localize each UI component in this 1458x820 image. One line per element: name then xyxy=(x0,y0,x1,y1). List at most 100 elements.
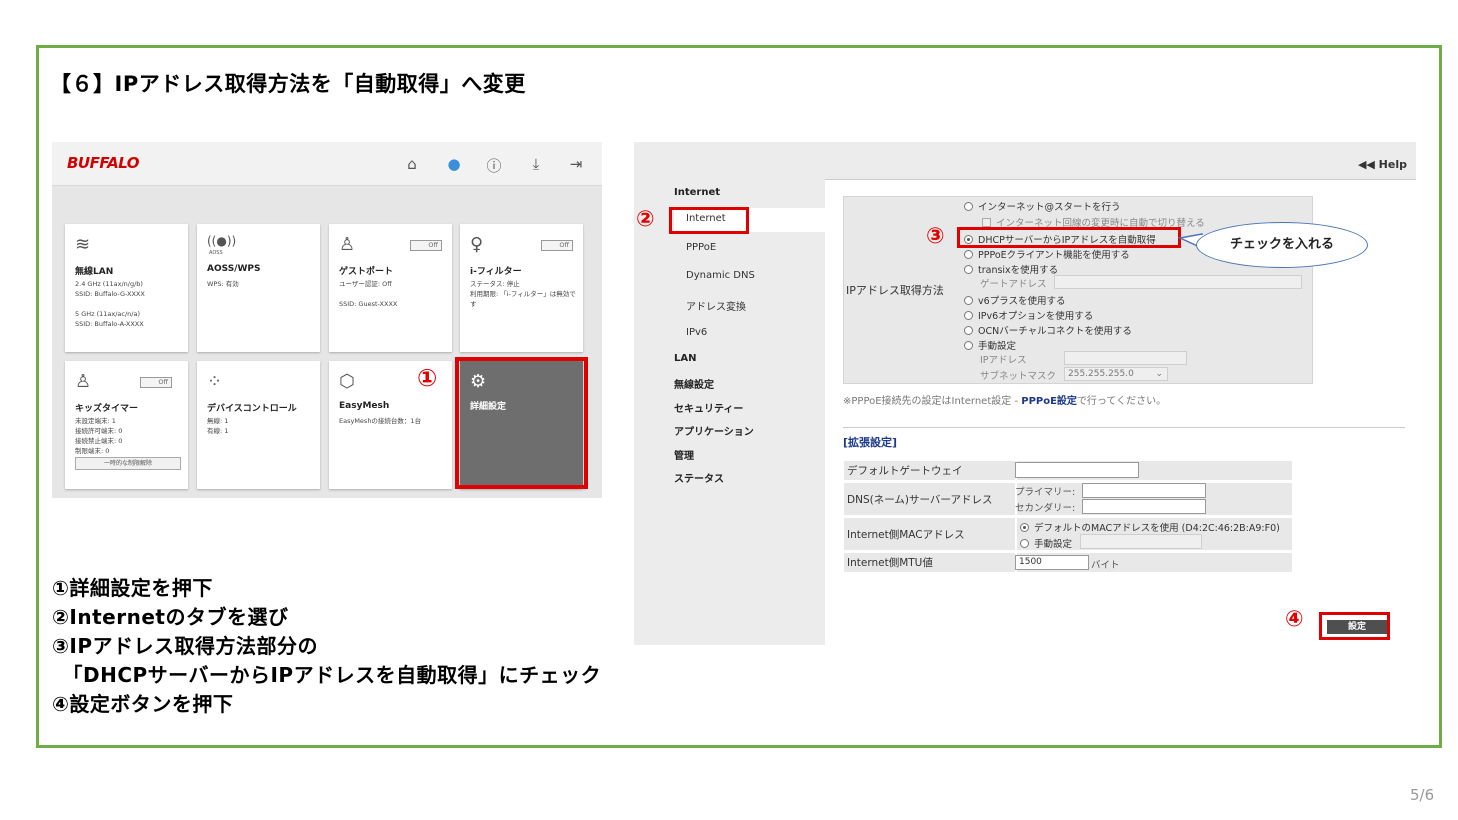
divider xyxy=(843,427,1405,428)
subnet-mask-select[interactable]: 255.255.255.0 ⌄ xyxy=(1064,367,1168,381)
nav-security[interactable]: セキュリティー xyxy=(674,400,743,415)
i-filter-toggle[interactable]: Off xyxy=(541,240,573,251)
highlight-set-button xyxy=(1319,612,1390,640)
ip-address-input[interactable] xyxy=(1064,351,1187,365)
tile-title: ゲストポート xyxy=(339,267,394,277)
nav-pppoe[interactable]: PPPoE xyxy=(686,242,716,253)
nav-wireless[interactable]: 無線設定 xyxy=(674,376,714,391)
logout-icon[interactable]: ⇥ xyxy=(566,155,586,173)
wifi-icon: ≋ xyxy=(75,234,91,255)
guest-toggle[interactable]: Off xyxy=(410,240,442,251)
tile-body: EasyMeshの接続台数：1台 xyxy=(339,417,422,425)
ip-method-label: IPアドレス取得方法 xyxy=(846,284,944,297)
tile-title: i-フィルター xyxy=(470,267,522,277)
nav-admin[interactable]: 管理 xyxy=(674,447,694,462)
nav-nat[interactable]: アドレス変換 xyxy=(686,298,746,313)
ip-address-label: IPアドレス xyxy=(980,355,1027,366)
step-4: ④設定ボタンを押下 xyxy=(52,692,234,716)
buffalo-logo: BUFFALO xyxy=(67,154,140,172)
tile-device-control[interactable]: ⁘ デバイスコントロール 無線: 1 有線: 1 xyxy=(197,361,320,489)
tile-wireless-lan[interactable]: ≋ 無線LAN 2.4 GHz (11ax/n/g/b) SSID: Buffa… xyxy=(65,224,188,352)
download-icon[interactable]: ⤓ xyxy=(526,155,546,173)
steps-list: ①詳細設定を押下 ②Internetのタブを選び ③IPアドレス取得方法部分の … xyxy=(52,574,601,719)
option-ocn-virtual[interactable]: OCNバーチャルコネクトを使用する xyxy=(964,323,1132,337)
option-transix[interactable]: transixを使用する xyxy=(964,262,1058,276)
primary-dns-input[interactable] xyxy=(1082,483,1206,498)
nav-dynamic-dns[interactable]: Dynamic DNS xyxy=(686,270,755,281)
config-screenshot: ◀◀ Help Internet Internet PPPoE Dynamic … xyxy=(634,142,1416,645)
mtu-input[interactable]: 1500 xyxy=(1015,555,1089,570)
secondary-dns-input[interactable] xyxy=(1082,499,1206,514)
tile-title: デバイスコントロール xyxy=(207,404,297,414)
tile-kids-timer[interactable]: ♙ Off キッズタイマー 未設定端末: 1 接続許可端末: 0 接続禁止端末:… xyxy=(65,361,188,489)
pppoe-settings-link[interactable]: PPPoE設定 xyxy=(1021,396,1077,407)
nav-lan[interactable]: LAN xyxy=(674,353,696,364)
primary-label: プライマリー: xyxy=(1015,487,1076,498)
marker-3: ③ xyxy=(926,224,945,249)
step-3-detail: 「DHCPサーバーからIPアドレスを自動取得」にチェック xyxy=(52,663,602,687)
temporary-unlock-button[interactable]: 一時的な制限解除 xyxy=(75,457,181,470)
dashboard-header: BUFFALO ⌂ ● ⓘ ⤓ ⇥ xyxy=(52,142,602,186)
guest-icon: ♙ xyxy=(339,234,356,255)
easymesh-icon: ⬡ xyxy=(339,371,355,392)
option-ipv6-option[interactable]: IPv6オプションを使用する xyxy=(964,308,1093,322)
globe-icon[interactable]: ● xyxy=(444,155,464,173)
tile-title: AOSS/WPS xyxy=(207,264,261,274)
marker-2: ② xyxy=(636,207,655,232)
info-icon[interactable]: ⓘ xyxy=(484,155,504,176)
marker-1: ① xyxy=(417,364,438,392)
nav-ipv6[interactable]: IPv6 xyxy=(686,327,707,338)
option-default-mac[interactable]: デフォルトのMACアドレスを使用 (D4:2C:46:2B:A9:F0) xyxy=(1020,520,1280,534)
default-gateway-input[interactable] xyxy=(1015,462,1139,478)
slide-title: 【６】IPアドレス取得方法を「自動取得」へ変更 xyxy=(50,72,526,96)
option-pppoe-client[interactable]: PPPoEクライアント機能を使用する xyxy=(964,247,1130,261)
home-icon[interactable]: ⌂ xyxy=(402,155,422,173)
aoss-caption: AOSS xyxy=(209,250,223,256)
aoss-icon: ((●)) xyxy=(207,234,237,248)
nav-application[interactable]: アプリケーション xyxy=(674,423,754,438)
subnet-mask-label: サブネットマスク xyxy=(980,371,1057,382)
tile-aoss-wps[interactable]: ((●)) AOSS AOSS/WPS WPS: 有効 xyxy=(197,224,320,352)
highlight-dhcp-option xyxy=(957,227,1181,248)
gate-address-input[interactable] xyxy=(1054,275,1302,289)
tile-body: ステータス: 停止 利用期限: 「i-フィルター」は無効です xyxy=(470,280,576,308)
manual-mac-input[interactable] xyxy=(1080,534,1202,549)
gate-address-label: ゲートアドレス xyxy=(980,279,1047,290)
step-2: ②Internetのタブを選び xyxy=(52,605,289,629)
help-link[interactable]: ◀◀ Help xyxy=(1358,158,1407,171)
option-v6plus[interactable]: v6プラスを使用する xyxy=(964,293,1065,307)
mtu-label: Internet側MTU値 xyxy=(844,553,1015,572)
marker-4: ④ xyxy=(1285,607,1304,632)
tile-body: 2.4 GHz (11ax/n/g/b) SSID: Buffalo-G-XXX… xyxy=(75,280,145,328)
chevron-down-icon: ⌄ xyxy=(1155,369,1163,379)
option-internet-start[interactable]: インターネット@スタートを行う xyxy=(964,199,1121,213)
mtu-unit: バイト xyxy=(1091,560,1120,571)
pppoe-note: ※PPPoE接続先の設定はInternet設定 - PPPoE設定で行ってくださ… xyxy=(843,396,1167,407)
highlight-internet-tab xyxy=(669,207,749,234)
step-1: ①詳細設定を押下 xyxy=(52,576,213,600)
dns-label: DNS(ネーム)サーバーアドレス xyxy=(844,483,1015,515)
filter-person-icon: ♀ xyxy=(470,234,484,255)
option-manual-mac[interactable]: 手動設定 xyxy=(1020,536,1072,550)
mac-label: Internet側MACアドレス xyxy=(844,518,1015,550)
tile-body: 無線: 1 有線: 1 xyxy=(207,417,229,435)
tile-title: キッズタイマー xyxy=(75,404,139,414)
kids-timer-toggle[interactable]: Off xyxy=(140,377,172,388)
nav-internet-heading[interactable]: Internet xyxy=(674,187,720,198)
tile-title: EasyMesh xyxy=(339,401,390,411)
tile-body: ユーザー認証: Off SSID: Guest-XXXX xyxy=(339,280,398,308)
extended-settings-heading: [拡張設定] xyxy=(843,436,898,449)
check-callout: チェックを入れる xyxy=(1196,222,1368,268)
tile-i-filter[interactable]: ♀ Off i-フィルター ステータス: 停止 利用期限: 「i-フィルター」は… xyxy=(460,224,583,352)
tile-title: 無線LAN xyxy=(75,267,114,277)
option-manual[interactable]: 手動設定 xyxy=(964,338,1016,352)
device-control-icon: ⁘ xyxy=(207,371,223,392)
default-gateway-label: デフォルトゲートウェイ xyxy=(844,461,1015,480)
tile-body: 未設定端末: 1 接続許可端末: 0 接続禁止端末: 0 制限端末: 0 xyxy=(75,417,123,455)
nav-status[interactable]: ステータス xyxy=(674,470,724,485)
step-3: ③IPアドレス取得方法部分の xyxy=(52,634,319,658)
highlight-advanced-settings xyxy=(455,357,588,489)
tile-guest-port[interactable]: ♙ Off ゲストポート ユーザー認証: Off SSID: Guest-XXX… xyxy=(329,224,452,352)
secondary-label: セカンダリー: xyxy=(1015,503,1076,514)
page-number: 5/6 xyxy=(1410,786,1435,804)
